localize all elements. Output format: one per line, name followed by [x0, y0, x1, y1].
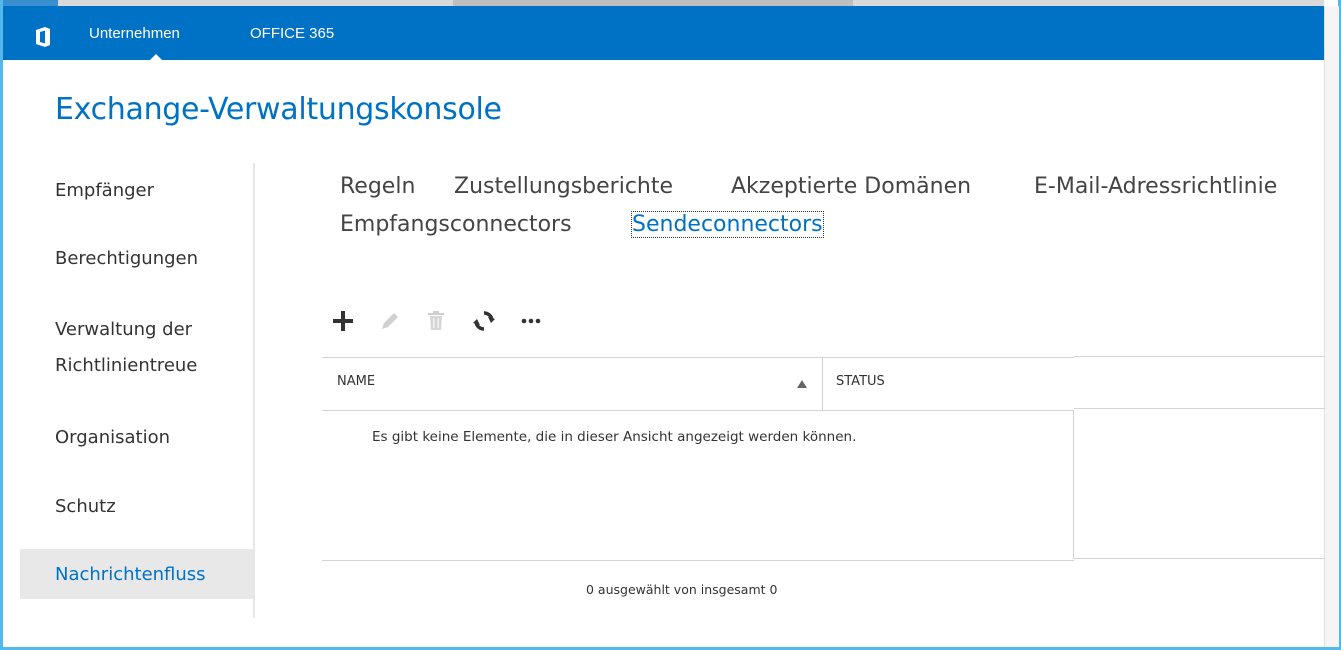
details-pane-bottom	[1074, 558, 1325, 559]
top-link-unternehmen[interactable]: Unternehmen	[89, 25, 180, 42]
tab-akzeptierte-domaenen[interactable]: Akzeptierte Domänen	[731, 174, 971, 199]
tab-email-adressrichtlinie[interactable]: E-Mail-Adressrichtlinie	[1034, 174, 1277, 199]
tab-empfangsconnectors[interactable]: Empfangsconnectors	[340, 212, 572, 237]
more-button[interactable]	[518, 308, 544, 334]
page-title: Exchange-Verwaltungskonsole	[55, 92, 502, 127]
column-header-status[interactable]: STATUS	[836, 374, 885, 389]
tab-zustellungsberichte[interactable]: Zustellungsberichte	[454, 174, 673, 199]
trash-icon	[428, 311, 444, 330]
sidebar-item-schutz[interactable]: Schutz	[55, 490, 116, 524]
empty-table-message: Es gibt keine Elemente, die in dieser An…	[372, 429, 857, 445]
delete-button[interactable]	[423, 308, 449, 334]
sidebar-item-berechtigungen[interactable]: Berechtigungen	[55, 242, 198, 276]
column-header-name[interactable]: NAME	[337, 374, 375, 389]
sort-ascending-icon[interactable]	[797, 380, 807, 388]
sidebar-item-nachrichtenfluss[interactable]: Nachrichtenfluss	[55, 558, 206, 592]
sidebar-item-organisation[interactable]: Organisation	[55, 421, 170, 455]
table-bottom-border	[322, 560, 1074, 561]
selection-status: 0 ausgewählt von insgesamt 0	[586, 582, 778, 597]
tab-sendeconnectors[interactable]: Sendeconnectors	[631, 211, 824, 238]
edit-button[interactable]	[377, 308, 403, 334]
refresh-icon	[473, 311, 495, 331]
more-icon	[521, 318, 541, 324]
sidebar-item-label-line1: Verwaltung der	[55, 319, 193, 340]
active-link-indicator	[149, 54, 163, 61]
column-separator[interactable]	[822, 357, 823, 410]
table-top-border	[322, 357, 1074, 358]
top-navigation-bar: Unternehmen OFFICE 365	[3, 6, 1324, 61]
table-header-border	[322, 410, 1074, 411]
pencil-icon	[382, 313, 398, 329]
details-pane-left-border	[1073, 410, 1074, 559]
tab-regeln[interactable]: Regeln	[340, 174, 415, 199]
sidebar-divider	[253, 163, 255, 618]
right-scroll-edge	[1324, 6, 1339, 647]
window-frame-left	[0, 0, 3, 650]
details-pane-top	[1074, 408, 1325, 409]
top-link-office365[interactable]: OFFICE 365	[250, 25, 334, 42]
sidebar-item-label-line2: Richtlinientreue	[55, 355, 198, 376]
refresh-button[interactable]	[471, 308, 497, 334]
plus-icon	[333, 311, 353, 331]
details-pane-top-border	[1074, 356, 1325, 357]
sidebar-item-empfaenger[interactable]: Empfänger	[55, 174, 154, 208]
add-button[interactable]	[330, 308, 356, 334]
office-logo-icon[interactable]	[35, 27, 51, 47]
sidebar-item-richtlinientreue[interactable]: Verwaltung der Richtlinientreue	[55, 312, 197, 384]
